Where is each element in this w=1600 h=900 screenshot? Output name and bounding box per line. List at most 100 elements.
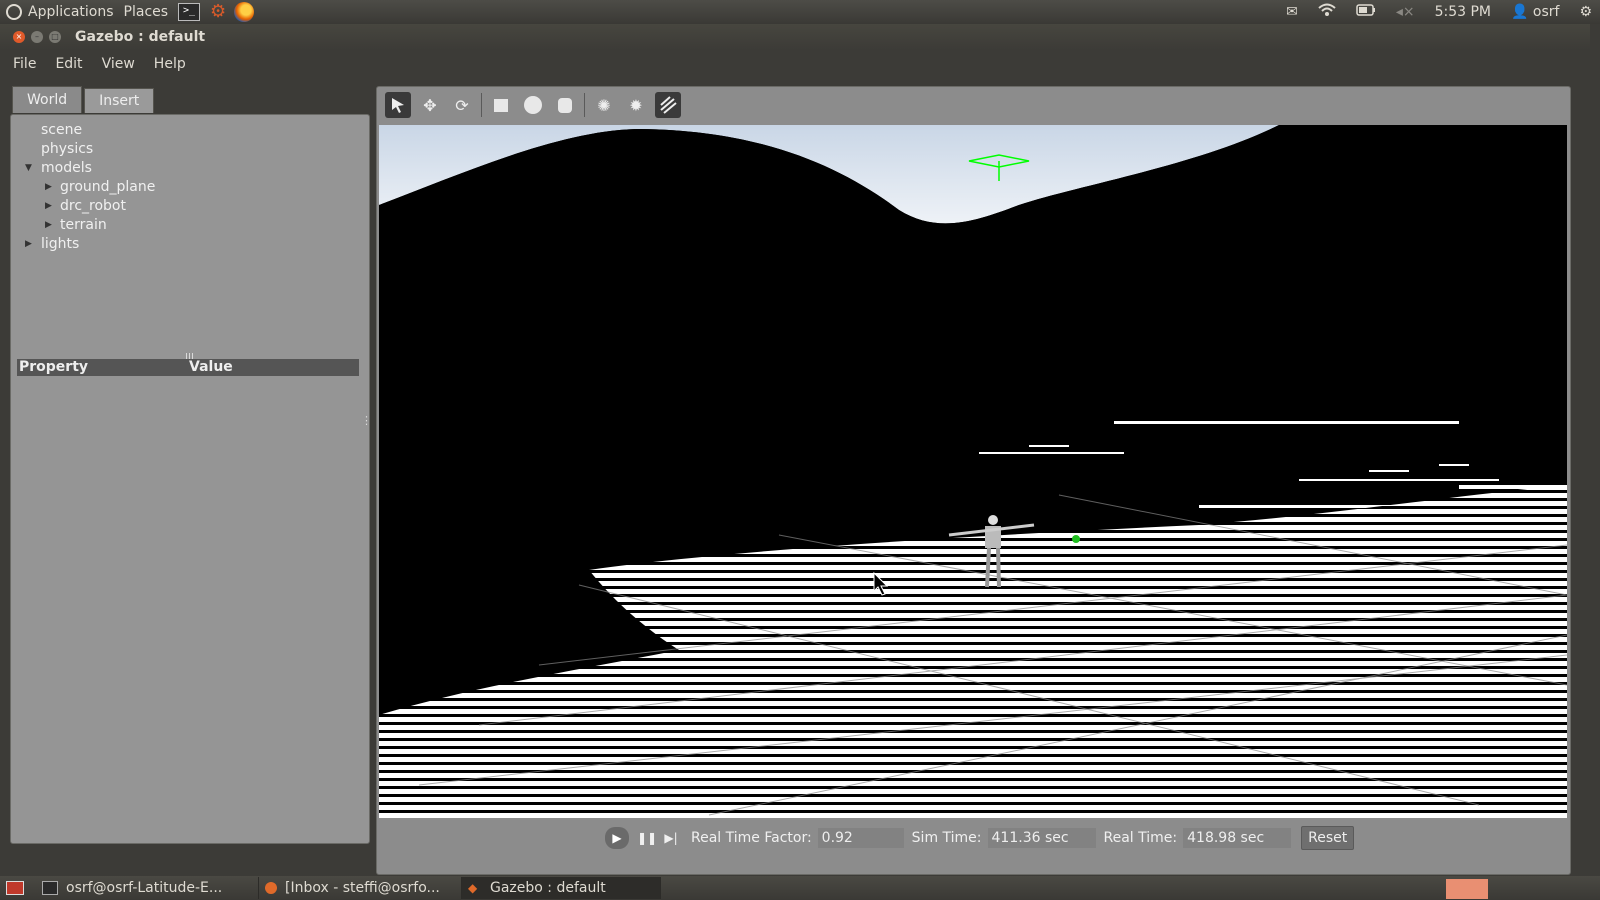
rotate-icon: ⟳ — [455, 95, 469, 115]
collapsed-arrow-icon[interactable]: ▶ — [45, 178, 52, 197]
insert-spot-light-button[interactable]: ✹ — [623, 92, 649, 118]
minimize-window-button[interactable]: – — [31, 31, 43, 43]
power-icon[interactable]: ⚙ — [1579, 4, 1592, 20]
applications-menu[interactable]: Applications — [28, 4, 114, 20]
tab-insert[interactable]: Insert — [84, 88, 155, 113]
select-icon — [392, 98, 404, 113]
real-time-label: Real Time: — [1103, 830, 1178, 846]
clock[interactable]: 5:53 PM — [1435, 4, 1491, 20]
play-button[interactable]: ▶ — [605, 827, 629, 849]
left-sidebar: World Insert scene physics ▼ models ▶ gr… — [10, 86, 370, 871]
collapsed-arrow-icon[interactable]: ▶ — [45, 216, 52, 235]
tree-item-terrain[interactable]: ▶ terrain — [11, 216, 369, 235]
task-label: osrf@osrf-Latitude-E... — [66, 880, 223, 896]
step-button[interactable]: ▶| — [659, 827, 683, 849]
user-icon: 👤 — [1511, 4, 1529, 20]
user-menu[interactable]: 👤 osrf — [1511, 4, 1559, 20]
property-column-header[interactable]: Property — [19, 359, 88, 376]
insert-directional-light-button[interactable] — [655, 92, 681, 118]
scene-render — [379, 125, 1567, 818]
volume-icon[interactable]: ◂× — [1396, 4, 1415, 20]
task-label: [Inbox - steffi@osrfo... — [285, 880, 440, 896]
menu-file[interactable]: File — [13, 56, 36, 72]
firefox-icon[interactable] — [234, 2, 255, 22]
translate-icon: ✥ — [423, 95, 437, 115]
panel-splitter-handle[interactable]: ⋮ — [361, 414, 372, 427]
value-column-header[interactable]: Value — [189, 359, 233, 376]
title-bar[interactable]: × – □ Gazebo : default — [0, 24, 1590, 50]
select-mode-button[interactable] — [385, 92, 411, 118]
3d-viewport[interactable] — [379, 125, 1567, 818]
window-title: Gazebo : default — [75, 29, 206, 45]
taskbar: osrf@osrf-Latitude-E... [Inbox - steffi@… — [0, 876, 1600, 900]
tree-item-label: models — [41, 160, 92, 176]
box-icon — [494, 99, 508, 112]
reset-button[interactable]: Reset — [1301, 826, 1355, 850]
toolbar-separator — [584, 93, 585, 117]
gazebo-icon: ◆ — [468, 881, 478, 895]
insert-cylinder-button[interactable] — [552, 92, 578, 118]
menu-view[interactable]: View — [102, 56, 135, 72]
collapsed-arrow-icon[interactable]: ▶ — [25, 235, 32, 254]
cylinder-icon — [558, 98, 572, 113]
expanded-arrow-icon[interactable]: ▼ — [25, 159, 32, 178]
sim-time-value: 411.36 sec — [987, 828, 1096, 848]
tree-item-physics[interactable]: physics — [11, 140, 369, 159]
top-panel: Applications Places >_ ⚙ ✉ ◂× 5:53 PM 👤 … — [0, 0, 1600, 24]
collapsed-arrow-icon[interactable]: ▶ — [45, 197, 52, 216]
mail-icon[interactable]: ✉ — [1286, 4, 1298, 20]
property-table-header: Property Value — [17, 359, 359, 376]
task-label: Gazebo : default — [490, 880, 606, 896]
task-terminal[interactable]: osrf@osrf-Latitude-E... — [36, 877, 259, 899]
show-desktop-icon[interactable] — [6, 881, 24, 895]
tab-world[interactable]: World — [12, 86, 83, 113]
workspace-switcher[interactable] — [1446, 879, 1488, 899]
user-name: osrf — [1532, 4, 1560, 20]
tools-icon[interactable]: ⚙ — [208, 2, 228, 22]
tree-item-lights[interactable]: ▶ lights — [11, 235, 369, 254]
real-time-value: 418.98 sec — [1183, 828, 1292, 848]
translate-mode-button[interactable]: ✥ — [417, 92, 443, 118]
sphere-icon — [524, 96, 542, 114]
tree-item-label: terrain — [60, 217, 107, 233]
step-icon: ▶| — [664, 831, 678, 845]
tree-item-label: drc_robot — [60, 198, 126, 214]
task-gazebo[interactable]: ◆ Gazebo : default — [462, 877, 661, 899]
gazebo-window: × – □ Gazebo : default File Edit View He… — [0, 24, 1590, 875]
places-menu[interactable]: Places — [124, 4, 169, 20]
insert-box-button[interactable] — [488, 92, 514, 118]
insert-sphere-button[interactable] — [520, 92, 546, 118]
tree-item-ground-plane[interactable]: ▶ ground_plane — [11, 178, 369, 197]
maximize-window-button[interactable]: □ — [49, 31, 61, 43]
wifi-icon[interactable] — [1318, 3, 1336, 21]
sim-time-label: Sim Time: — [911, 830, 982, 846]
simulation-bar: ▶ ❚❚ ▶| Real Time Factor: 0.92 Sim Time:… — [377, 822, 1570, 854]
point-light-icon: ✺ — [597, 95, 611, 115]
terminal-icon — [42, 881, 58, 895]
pause-icon: ❚❚ — [636, 831, 658, 845]
real-time-factor-label: Real Time Factor: — [691, 830, 812, 846]
menu-help[interactable]: Help — [154, 56, 186, 72]
pause-button[interactable]: ❚❚ — [635, 827, 659, 849]
real-time-factor-value: 0.92 — [817, 828, 904, 848]
tree-item-drc-robot[interactable]: ▶ drc_robot — [11, 197, 369, 216]
green-marker — [1072, 535, 1080, 543]
menu-bar: File Edit View Help — [0, 50, 1590, 78]
menu-edit[interactable]: Edit — [55, 56, 82, 72]
close-window-button[interactable]: × — [13, 31, 25, 43]
rotate-mode-button[interactable]: ⟳ — [449, 92, 475, 118]
insert-point-light-button[interactable]: ✺ — [591, 92, 617, 118]
tree-item-scene[interactable]: scene — [11, 121, 369, 140]
tree-item-label: ground_plane — [60, 179, 156, 195]
ubuntu-logo-icon[interactable] — [6, 4, 22, 20]
sidebar-tabs: World Insert — [12, 86, 155, 114]
thunderbird-icon — [265, 882, 277, 894]
tree-item-label: lights — [41, 236, 80, 252]
tree-item-models[interactable]: ▼ models — [11, 159, 369, 178]
battery-icon[interactable] — [1356, 4, 1376, 20]
task-thunderbird[interactable]: [Inbox - steffi@osrfo... — [259, 877, 462, 899]
render-panel: ✥ ⟳ ✺ ✹ ▶ ❚❚ ▶| Real Time Factor: 0.92 S… — [376, 86, 1571, 875]
terminal-icon[interactable]: >_ — [178, 3, 201, 21]
world-tree: scene physics ▼ models ▶ ground_plane ▶ … — [11, 121, 369, 254]
world-panel: scene physics ▼ models ▶ ground_plane ▶ … — [10, 114, 370, 844]
